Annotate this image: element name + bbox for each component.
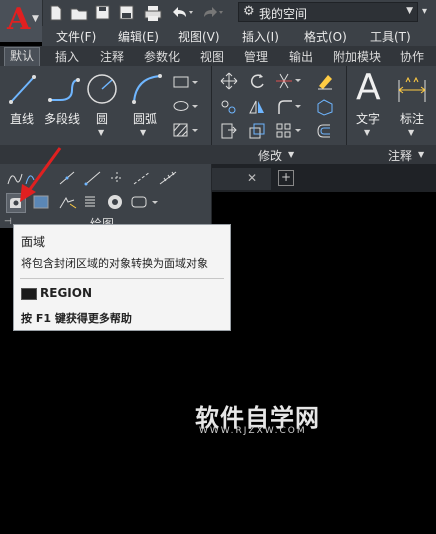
helix-icon[interactable] [82, 194, 98, 213]
open-folder-icon[interactable] [70, 4, 88, 22]
new-tab-button[interactable]: + [278, 170, 294, 186]
array-icon[interactable] [276, 122, 302, 143]
save-as-icon[interactable] [118, 4, 134, 22]
line-tool-label[interactable]: 直线 [10, 110, 34, 127]
stretch-icon[interactable] [220, 122, 238, 143]
circle-tool-label[interactable]: 圆 [96, 110, 108, 127]
annotation-panel-title[interactable]: 注释 [388, 147, 412, 164]
chevron-down-icon[interactable]: ▼ [98, 128, 104, 137]
circle-tool-icon[interactable] [86, 72, 118, 109]
gear-icon: ⚙ [243, 4, 255, 19]
chevron-down-icon[interactable]: ▼ [140, 128, 146, 137]
watermark-url: WWW.RJZXW.COM [199, 426, 307, 436]
redo-icon[interactable] [200, 4, 224, 22]
chevron-down-icon: ▼ [406, 6, 413, 16]
tooltip-help: 按 F1 键获得更多帮助 [21, 312, 132, 325]
rectangle-tool-icon[interactable] [172, 74, 198, 93]
menu-edit[interactable]: 编辑(E) [118, 28, 159, 45]
tab-output[interactable]: 输出 [289, 48, 313, 65]
tooltip-description: 将包含封闭区域的对象转换为面域对象 [21, 257, 208, 270]
ellipse-tool-icon[interactable] [172, 98, 198, 117]
fillet-icon[interactable] [276, 98, 302, 119]
dimension-tool-icon[interactable] [396, 76, 428, 107]
chevron-down-icon[interactable]: ▼ [288, 150, 294, 159]
tooltip-title: 面域 [21, 235, 46, 249]
red-arrow-annotation [20, 147, 62, 202]
workspace-selector[interactable]: ⚙ 我的空间 ▼ [238, 2, 418, 22]
more-icon[interactable]: ▾ [422, 6, 436, 20]
document-tab[interactable]: ✕ [211, 168, 271, 190]
move-icon[interactable] [220, 72, 238, 93]
offset-icon[interactable] [316, 122, 334, 143]
menu-tools[interactable]: 工具(T) [370, 28, 411, 45]
application-menu-button[interactable]: A ▼ [0, 0, 43, 42]
undo-icon[interactable] [170, 4, 194, 22]
tooltip-command: REGION [40, 286, 92, 300]
print-icon[interactable] [144, 4, 162, 22]
donut-icon[interactable] [106, 193, 124, 214]
scale-icon[interactable] [248, 122, 266, 143]
tab-collaborate[interactable]: 协作 [400, 48, 424, 65]
polyline-tool-label[interactable]: 多段线 [44, 110, 80, 127]
polyline-tool-icon[interactable] [46, 72, 82, 109]
modify-panel-title[interactable]: 修改 [258, 147, 282, 164]
autocad-logo-icon: A [7, 2, 31, 37]
chevron-down-icon: ▼ [32, 14, 39, 24]
mirror-icon[interactable] [248, 98, 266, 119]
copy-icon[interactable] [220, 98, 238, 119]
panel-title-bar [0, 145, 436, 164]
erase-icon[interactable] [316, 72, 334, 93]
pin-icon[interactable]: ⊣ [4, 217, 12, 227]
new-file-icon[interactable] [48, 4, 64, 22]
chevron-down-icon[interactable]: ▼ [364, 128, 370, 137]
menu-insert[interactable]: 插入(I) [242, 28, 279, 45]
tab-annotate[interactable]: 注释 [100, 48, 124, 65]
tab-view[interactable]: 视图 [200, 48, 224, 65]
tab-default[interactable]: 默认 [4, 47, 41, 66]
measure-icon[interactable] [158, 170, 178, 189]
dimension-tool-label[interactable]: 标注 [400, 110, 424, 127]
boundary-icon[interactable] [130, 194, 162, 213]
rotate-icon[interactable] [248, 72, 266, 93]
menu-file[interactable]: 文件(F) [56, 28, 96, 45]
workspace-name: 我的空间 [259, 7, 308, 21]
close-icon[interactable]: ✕ [247, 171, 257, 185]
chevron-down-icon[interactable]: ▼ [408, 128, 414, 137]
arc-tool-icon[interactable] [130, 72, 164, 109]
arc-tool-label[interactable]: 圆弧 [133, 110, 157, 127]
tab-parametric[interactable]: 参数化 [144, 48, 180, 65]
ribbon-tab-bar: 默认 插入 注释 参数化 视图 管理 输出 附加模块 协作 [0, 46, 436, 67]
command-line-icon [21, 288, 37, 300]
menu-format[interactable]: 格式(O) [304, 28, 347, 45]
ray-icon[interactable] [84, 170, 102, 189]
text-tool-label[interactable]: 文字 [356, 110, 380, 127]
explode-icon[interactable] [316, 98, 334, 119]
tab-manage[interactable]: 管理 [244, 48, 268, 65]
chevron-down-icon[interactable]: ▼ [418, 150, 424, 159]
multiple-points-icon[interactable] [108, 170, 126, 189]
save-icon[interactable] [94, 4, 110, 22]
hatch-tool-icon[interactable] [172, 122, 198, 141]
tab-addins[interactable]: 附加模块 [333, 48, 381, 65]
menu-bar: 文件(F) 编辑(E) 视图(V) 插入(I) 格式(O) 工具(T) [42, 26, 436, 46]
tab-insert[interactable]: 插入 [55, 48, 79, 65]
trim-icon[interactable] [276, 72, 302, 93]
text-tool-icon[interactable]: A [356, 68, 381, 108]
tooltip: 面域 将包含封闭区域的对象转换为面域对象 REGION 按 F1 键获得更多帮助 [13, 224, 231, 331]
divide-icon[interactable] [132, 170, 152, 189]
line-tool-icon[interactable] [8, 72, 38, 109]
tooltip-divider [20, 278, 224, 279]
menu-view[interactable]: 视图(V) [178, 28, 220, 45]
